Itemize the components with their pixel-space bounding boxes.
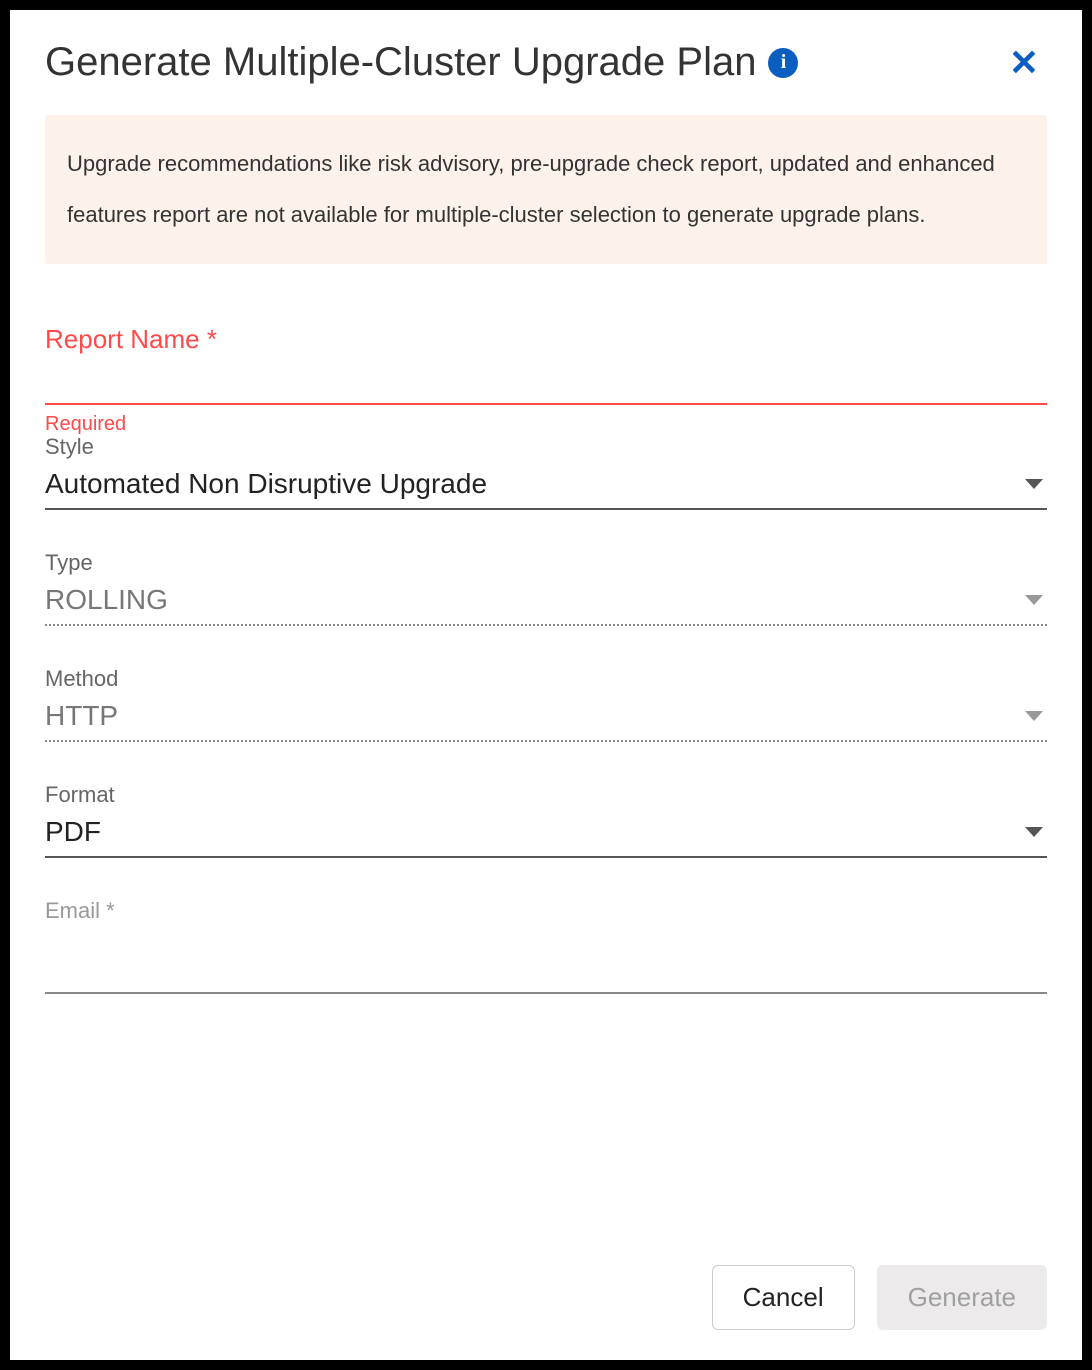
style-label: Style: [45, 434, 1047, 460]
chevron-down-icon: [1025, 479, 1043, 489]
report-name-input[interactable]: [45, 363, 1047, 405]
format-label: Format: [45, 782, 1047, 808]
notice-banner: Upgrade recommendations like risk adviso…: [45, 115, 1047, 264]
chevron-down-icon: [1025, 711, 1043, 721]
format-value: PDF: [45, 816, 1015, 848]
cancel-button[interactable]: Cancel: [712, 1265, 855, 1330]
generate-button[interactable]: Generate: [877, 1265, 1047, 1330]
field-method: Method HTTP: [45, 666, 1047, 742]
title-wrap: Generate Multiple-Cluster Upgrade Plan i: [45, 40, 798, 85]
close-icon[interactable]: ✕: [1001, 41, 1047, 85]
upgrade-plan-form: Report Name * Required Style Automated N…: [45, 324, 1047, 1240]
type-select[interactable]: ROLLING: [45, 584, 1047, 626]
email-label: Email *: [45, 898, 1047, 924]
report-name-required-msg: Required: [45, 413, 1047, 436]
style-select[interactable]: Automated Non Disruptive Upgrade: [45, 468, 1047, 510]
email-text[interactable]: [45, 932, 1047, 964]
info-icon[interactable]: i: [768, 48, 798, 78]
chevron-down-icon: [1025, 595, 1043, 605]
field-email: Email *: [45, 898, 1047, 994]
dialog-title: Generate Multiple-Cluster Upgrade Plan: [45, 40, 756, 85]
dialog-header: Generate Multiple-Cluster Upgrade Plan i…: [45, 40, 1047, 85]
style-value: Automated Non Disruptive Upgrade: [45, 468, 1015, 500]
dialog-actions: Cancel Generate: [45, 1265, 1047, 1330]
field-report-name: Report Name * Required Style Automated N…: [45, 324, 1047, 510]
type-value: ROLLING: [45, 584, 1015, 616]
method-label: Method: [45, 666, 1047, 692]
method-select[interactable]: HTTP: [45, 700, 1047, 742]
type-label: Type: [45, 550, 1047, 576]
report-name-label: Report Name *: [45, 324, 1047, 355]
field-format: Format PDF: [45, 782, 1047, 858]
field-type: Type ROLLING: [45, 550, 1047, 626]
report-name-text[interactable]: [45, 363, 1047, 395]
method-value: HTTP: [45, 700, 1015, 732]
chevron-down-icon: [1025, 827, 1043, 837]
format-select[interactable]: PDF: [45, 816, 1047, 858]
email-input[interactable]: [45, 932, 1047, 994]
